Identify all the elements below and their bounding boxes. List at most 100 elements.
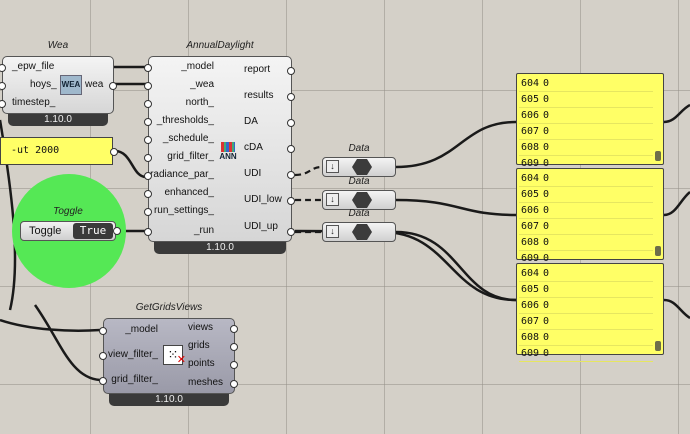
panel-row-index: 607 bbox=[521, 126, 540, 137]
annual-output-port[interactable] bbox=[287, 93, 295, 101]
wire-data3-to-panel3 bbox=[395, 230, 517, 302]
annual-input-label: grid_filter_ bbox=[167, 151, 214, 162]
panel-row-value: 0 bbox=[543, 110, 550, 121]
ggv-input-label: grid_filter_ bbox=[111, 374, 158, 385]
panel-row: 604 0 bbox=[519, 76, 653, 92]
wea-version: 1.10.0 bbox=[8, 114, 108, 126]
panel-row-index: 609 bbox=[521, 348, 540, 359]
panel-row-index: 607 bbox=[521, 221, 540, 232]
panel-row: 605 0 bbox=[519, 187, 653, 203]
annual-output-label: report bbox=[244, 64, 271, 75]
toggle-value-button[interactable]: True bbox=[73, 223, 113, 239]
annual-input-label: _run bbox=[193, 225, 214, 236]
wire-data1-to-panel1 bbox=[395, 120, 517, 169]
annual-daylight-icon-grid bbox=[221, 142, 235, 152]
ggv-output-label: views bbox=[188, 322, 214, 333]
panel-row-index: 606 bbox=[521, 110, 540, 121]
panel-row-index: 606 bbox=[521, 205, 540, 216]
annual-output-port[interactable] bbox=[287, 228, 295, 236]
panel-row-value: 0 bbox=[543, 94, 550, 105]
data-param-title: Data bbox=[348, 208, 370, 219]
data-panel[interactable]: 604 0 605 0 606 0 607 0 608 0 609 0 bbox=[516, 168, 664, 267]
toggle-title: Toggle bbox=[53, 206, 83, 217]
wea-input-label: _epw_file bbox=[12, 61, 55, 72]
toggle-output-port[interactable] bbox=[113, 227, 121, 235]
panel-row-value: 0 bbox=[543, 316, 550, 327]
annual-input-port[interactable] bbox=[144, 136, 152, 144]
radiance-par-panel[interactable]: -ut 2000 bbox=[0, 137, 113, 165]
ggv-output-label: grids bbox=[188, 340, 210, 351]
panel-row-value: 0 bbox=[543, 300, 550, 311]
annual-input-label: _wea bbox=[190, 79, 214, 90]
annual-input-port[interactable] bbox=[144, 100, 152, 108]
wire-radiance-par bbox=[114, 149, 147, 179]
ggv-output-port[interactable] bbox=[230, 380, 238, 388]
annual-input-port[interactable] bbox=[144, 118, 152, 126]
data-panel[interactable]: 604 0 605 0 606 0 607 0 608 0 609 0 bbox=[516, 263, 664, 362]
annual-input-label: enhanced_ bbox=[164, 187, 215, 198]
annual-output-port[interactable] bbox=[287, 171, 295, 179]
annual-output-label: results bbox=[244, 90, 274, 101]
get-grids-views-title: GetGridsViews bbox=[135, 302, 203, 313]
grasshopper-canvas[interactable]: Wea _epw_file hoys_ timestep_ WEA wea 1.… bbox=[0, 0, 690, 434]
grid-points-icon: ⁙ ✕ bbox=[163, 345, 186, 366]
annual-input-port[interactable] bbox=[144, 172, 152, 180]
panel-row: 608 0 bbox=[519, 140, 653, 156]
ggv-input-port[interactable] bbox=[99, 327, 107, 335]
annual-input-port[interactable] bbox=[144, 154, 152, 162]
panel-row-index: 605 bbox=[521, 189, 540, 200]
panel-row: 607 0 bbox=[519, 124, 653, 140]
data-param-title: Data bbox=[348, 143, 370, 154]
ggv-output-port[interactable] bbox=[230, 325, 238, 333]
wire-panel3-out bbox=[663, 298, 690, 320]
annual-daylight-component[interactable]: AnnualDaylight _model _wea north_ _thres… bbox=[144, 40, 295, 256]
annual-output-port[interactable] bbox=[287, 119, 295, 127]
ggv-output-label: points bbox=[188, 358, 215, 369]
radiance-panel-output-port[interactable] bbox=[110, 148, 118, 156]
wea-output-port[interactable] bbox=[109, 82, 117, 90]
annual-output-port[interactable] bbox=[287, 145, 295, 153]
panel-row: 608 0 bbox=[519, 235, 653, 251]
data-param[interactable]: Data ↓ bbox=[322, 208, 396, 242]
panel-scroll-grip[interactable] bbox=[655, 246, 661, 256]
toggle-component[interactable]: Toggle True bbox=[20, 221, 116, 241]
panel-rows: 604 0 605 0 606 0 607 0 608 0 609 0 bbox=[519, 266, 653, 362]
panel-scroll-grip[interactable] bbox=[655, 341, 661, 351]
get-grids-views-component[interactable]: GetGridsViews _model view_filter_ grid_f… bbox=[99, 302, 238, 408]
annual-input-label: radiance_par_ bbox=[150, 169, 214, 180]
ggv-output-port[interactable] bbox=[230, 361, 238, 369]
data-panel[interactable]: 604 0 605 0 606 0 607 0 608 0 609 0 bbox=[516, 73, 664, 172]
panel-row-index: 607 bbox=[521, 316, 540, 327]
wea-input-label: timestep_ bbox=[12, 97, 56, 108]
panel-row-index: 604 bbox=[521, 268, 540, 279]
wea-output-label: wea bbox=[85, 79, 104, 90]
panel-row-index: 604 bbox=[521, 173, 540, 184]
panel-row-index: 608 bbox=[521, 332, 540, 343]
annual-daylight-title: AnnualDaylight bbox=[186, 40, 254, 51]
annual-input-port[interactable] bbox=[144, 82, 152, 90]
wea-component[interactable]: Wea _epw_file hoys_ timestep_ WEA wea 1.… bbox=[0, 40, 117, 126]
ggv-input-port[interactable] bbox=[99, 352, 107, 360]
data-param[interactable]: Data ↓ bbox=[322, 176, 396, 210]
ggv-input-port[interactable] bbox=[99, 377, 107, 385]
annual-input-port[interactable] bbox=[144, 228, 152, 236]
panel-row-value: 0 bbox=[543, 173, 550, 184]
panel-row: 608 0 bbox=[519, 330, 653, 346]
annual-input-port[interactable] bbox=[144, 190, 152, 198]
panel-row-value: 0 bbox=[543, 126, 550, 137]
annual-output-port[interactable] bbox=[287, 197, 295, 205]
panel-row: 609 0 bbox=[519, 346, 653, 362]
annual-output-label: UDI_low bbox=[244, 194, 282, 205]
annual-input-port[interactable] bbox=[144, 208, 152, 216]
wire-udi bbox=[294, 165, 323, 177]
panel-rows: 604 0 605 0 606 0 607 0 608 0 609 0 bbox=[519, 171, 653, 267]
panel-row-value: 0 bbox=[543, 284, 550, 295]
annual-daylight-icon-text: ANN bbox=[219, 152, 237, 161]
annual-output-port[interactable] bbox=[287, 67, 295, 75]
ggv-output-label: meshes bbox=[188, 377, 224, 388]
annual-input-port[interactable] bbox=[144, 64, 152, 72]
panel-scroll-grip[interactable] bbox=[655, 151, 661, 161]
ggv-output-port[interactable] bbox=[230, 343, 238, 351]
annual-daylight-icon: ANN bbox=[218, 142, 238, 166]
data-param[interactable]: Data ↓ bbox=[322, 143, 396, 177]
